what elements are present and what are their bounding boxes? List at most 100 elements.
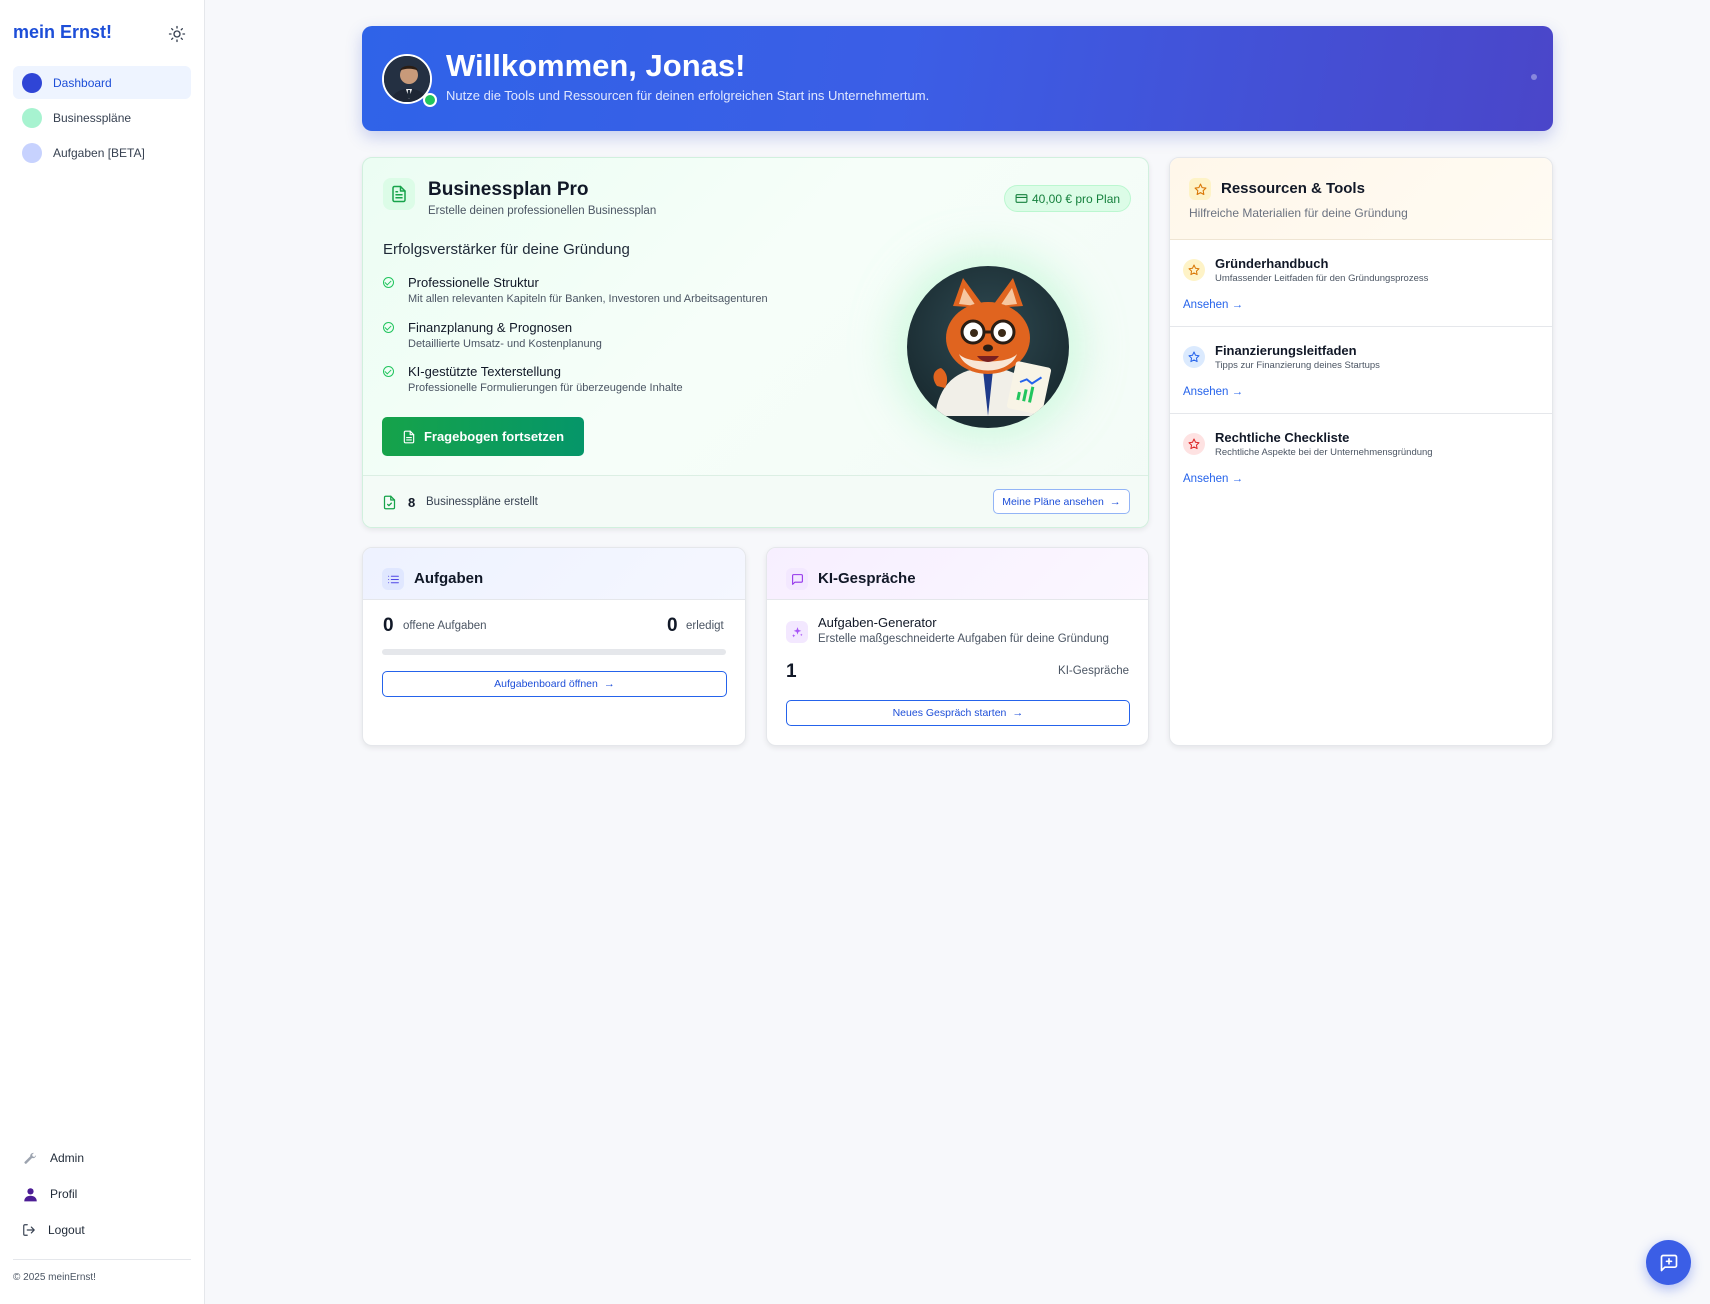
chat-bubble-icon: [786, 568, 808, 590]
star-icon: [1183, 433, 1205, 455]
wrench-icon: [24, 1152, 37, 1164]
sidebar-item-businessplaene[interactable]: Businesspläne: [13, 101, 191, 134]
logout-icon: [23, 1224, 35, 1236]
resource-title: Gründerhandbuch: [1215, 256, 1329, 271]
price-label: 40,00 € pro Plan: [1032, 191, 1121, 206]
feature-description: Detaillierte Umsatz- und Kostenplanung: [408, 338, 602, 350]
continue-questionnaire-button[interactable]: Fragebogen fortsetzen: [382, 417, 584, 456]
sidebar: mein Ernst! Dashboard Businesspläne Aufg…: [0, 0, 205, 1304]
ai-count: 1: [786, 661, 797, 682]
resource-description: Umfassender Leitfaden für den Gründungsp…: [1215, 273, 1429, 284]
tasks-title: Aufgaben: [414, 570, 484, 587]
businessplan-footer: 8 Businesspläne erstellt Meine Pläne ans…: [363, 475, 1148, 527]
sidebar-item-profile[interactable]: Profil: [13, 1176, 191, 1212]
sidebar-item-label: Businesspläne: [53, 110, 132, 125]
plans-count: 8: [408, 495, 416, 510]
feature-title: Professionelle Struktur: [408, 275, 539, 290]
tasks-card: Aufgaben 0 offene Aufgaben 0 erledigt Au…: [362, 547, 746, 746]
open-taskboard-label: Aufgabenboard öffnen: [494, 678, 598, 690]
arrow-right-icon: →: [603, 678, 615, 690]
businessplan-card: Businessplan Pro Erstelle deinen profess…: [362, 157, 1149, 528]
theme-toggle-sun-icon[interactable]: [168, 25, 186, 43]
resources-subtitle: Hilfreiche Materialien für deine Gründun…: [1189, 206, 1408, 220]
admin-label: Admin: [50, 1151, 85, 1165]
businessplan-subtitle: Erstelle deinen professionellen Business…: [428, 205, 657, 217]
generator-title: Aufgaben-Generator: [818, 615, 937, 630]
credit-card-icon: [1015, 194, 1028, 203]
star-icon: [1183, 346, 1205, 368]
online-status-indicator: [423, 93, 437, 107]
feature-description: Mit allen relevanten Kapiteln für Banken…: [408, 293, 768, 305]
plans-count-label: Businesspläne erstellt: [426, 496, 538, 508]
ai-conversations-card: KI-Gespräche Aufgaben-Generator Erstelle…: [766, 547, 1149, 746]
check-circle-icon: [383, 322, 394, 333]
document-icon: [383, 178, 415, 210]
welcome-banner: Willkommen, Jonas! Nutze die Tools und R…: [362, 26, 1553, 131]
document-icon: [403, 430, 415, 443]
sidebar-item-logout[interactable]: Logout: [13, 1212, 191, 1248]
resource-item-rechtliche-checkliste: Rechtliche Checkliste Rechtliche Aspekte…: [1170, 414, 1552, 501]
sidebar-item-dashboard[interactable]: Dashboard: [13, 66, 191, 99]
open-tasks-count: 0: [383, 615, 394, 636]
tasks-header: Aufgaben: [363, 548, 745, 600]
ai-title: KI-Gespräche: [818, 570, 916, 587]
resource-view-link[interactable]: Ansehen →: [1183, 473, 1243, 485]
ai-count-label: KI-Gespräche: [1058, 665, 1129, 677]
ai-header: KI-Gespräche: [767, 548, 1148, 600]
list-icon: [382, 568, 404, 590]
view-plans-button[interactable]: Meine Pläne ansehen →: [993, 489, 1130, 514]
generator-description: Erstelle maßgeschneiderte Aufgaben für d…: [818, 633, 1109, 645]
cta-label: Fragebogen fortsetzen: [423, 429, 565, 444]
resource-description: Rechtliche Aspekte bei der Unternehmensg…: [1215, 447, 1433, 458]
resource-item-finanzierungsleitfaden: Finanzierungsleitfaden Tipps zur Finanzi…: [1170, 327, 1552, 414]
sidebar-item-label: Aufgaben [BETA]: [53, 145, 145, 160]
user-icon: [24, 1187, 37, 1201]
resource-title: Finanzierungsleitfaden: [1215, 343, 1357, 358]
open-tasks-label: offene Aufgaben: [403, 620, 487, 632]
welcome-subtitle: Nutze die Tools und Ressourcen für deine…: [446, 88, 930, 103]
file-check-icon: [383, 495, 396, 510]
sidebar-item-label: Dashboard: [53, 75, 112, 90]
done-tasks-label: erledigt: [686, 620, 724, 632]
resource-description: Tipps zur Finanzierung deines Startups: [1215, 360, 1380, 371]
resources-header: Ressourcen & Tools Hilfreiche Materialie…: [1170, 158, 1552, 240]
sidebar-item-admin[interactable]: Admin: [13, 1140, 191, 1176]
welcome-title: Willkommen, Jonas!: [446, 48, 746, 83]
new-conversation-button[interactable]: Neues Gespräch starten →: [786, 700, 1130, 726]
check-circle-icon: [383, 366, 394, 377]
message-plus-icon: [1660, 1254, 1677, 1271]
bottom-nav: Admin Profil Logout: [13, 1140, 191, 1248]
star-icon: [1189, 178, 1211, 200]
features-heading: Erfolgsverstärker für deine Gründung: [383, 241, 630, 258]
main-nav: Dashboard Businesspläne Aufgaben [BETA]: [13, 66, 191, 171]
dashboard-dot-icon: [22, 72, 42, 93]
sidebar-item-aufgaben[interactable]: Aufgaben [BETA]: [13, 136, 191, 169]
view-plans-label: Meine Pläne ansehen: [1002, 495, 1104, 508]
feature-description: Professionelle Formulierungen für überze…: [408, 382, 683, 394]
resource-view-link[interactable]: Ansehen →: [1183, 386, 1243, 398]
resource-title: Rechtliche Checkliste: [1215, 430, 1350, 445]
chat-fab-button[interactable]: [1646, 1240, 1691, 1285]
brand-logo[interactable]: mein Ernst!: [13, 22, 112, 43]
done-tasks-count: 0: [667, 615, 678, 636]
copyright: © 2025 meinErnst!: [13, 1272, 96, 1283]
arrow-right-icon: →: [1012, 707, 1024, 719]
businessplan-title: Businessplan Pro: [428, 179, 589, 200]
feature-title: Finanzplanung & Prognosen: [408, 320, 573, 335]
new-conversation-label: Neues Gespräch starten: [892, 707, 1007, 719]
tasks-progress-bar: [382, 649, 726, 655]
businessplaene-dot-icon: [22, 107, 42, 128]
aufgaben-dot-icon: [22, 142, 42, 163]
sidebar-divider: [13, 1259, 191, 1260]
price-badge: 40,00 € pro Plan: [1004, 185, 1132, 212]
resource-item-gruenderhandbuch: Gründerhandbuch Umfassender Leitfaden fü…: [1170, 240, 1552, 327]
fox-mascot-image: [907, 266, 1069, 428]
resource-view-link[interactable]: Ansehen →: [1183, 299, 1243, 311]
open-taskboard-button[interactable]: Aufgabenboard öffnen →: [382, 671, 727, 697]
check-circle-icon: [383, 277, 394, 288]
profile-label: Profil: [50, 1187, 78, 1201]
sparkles-icon: [786, 621, 808, 643]
decorative-dot: [1531, 74, 1537, 80]
logout-label: Logout: [48, 1223, 85, 1237]
arrow-right-icon: →: [1109, 495, 1121, 508]
